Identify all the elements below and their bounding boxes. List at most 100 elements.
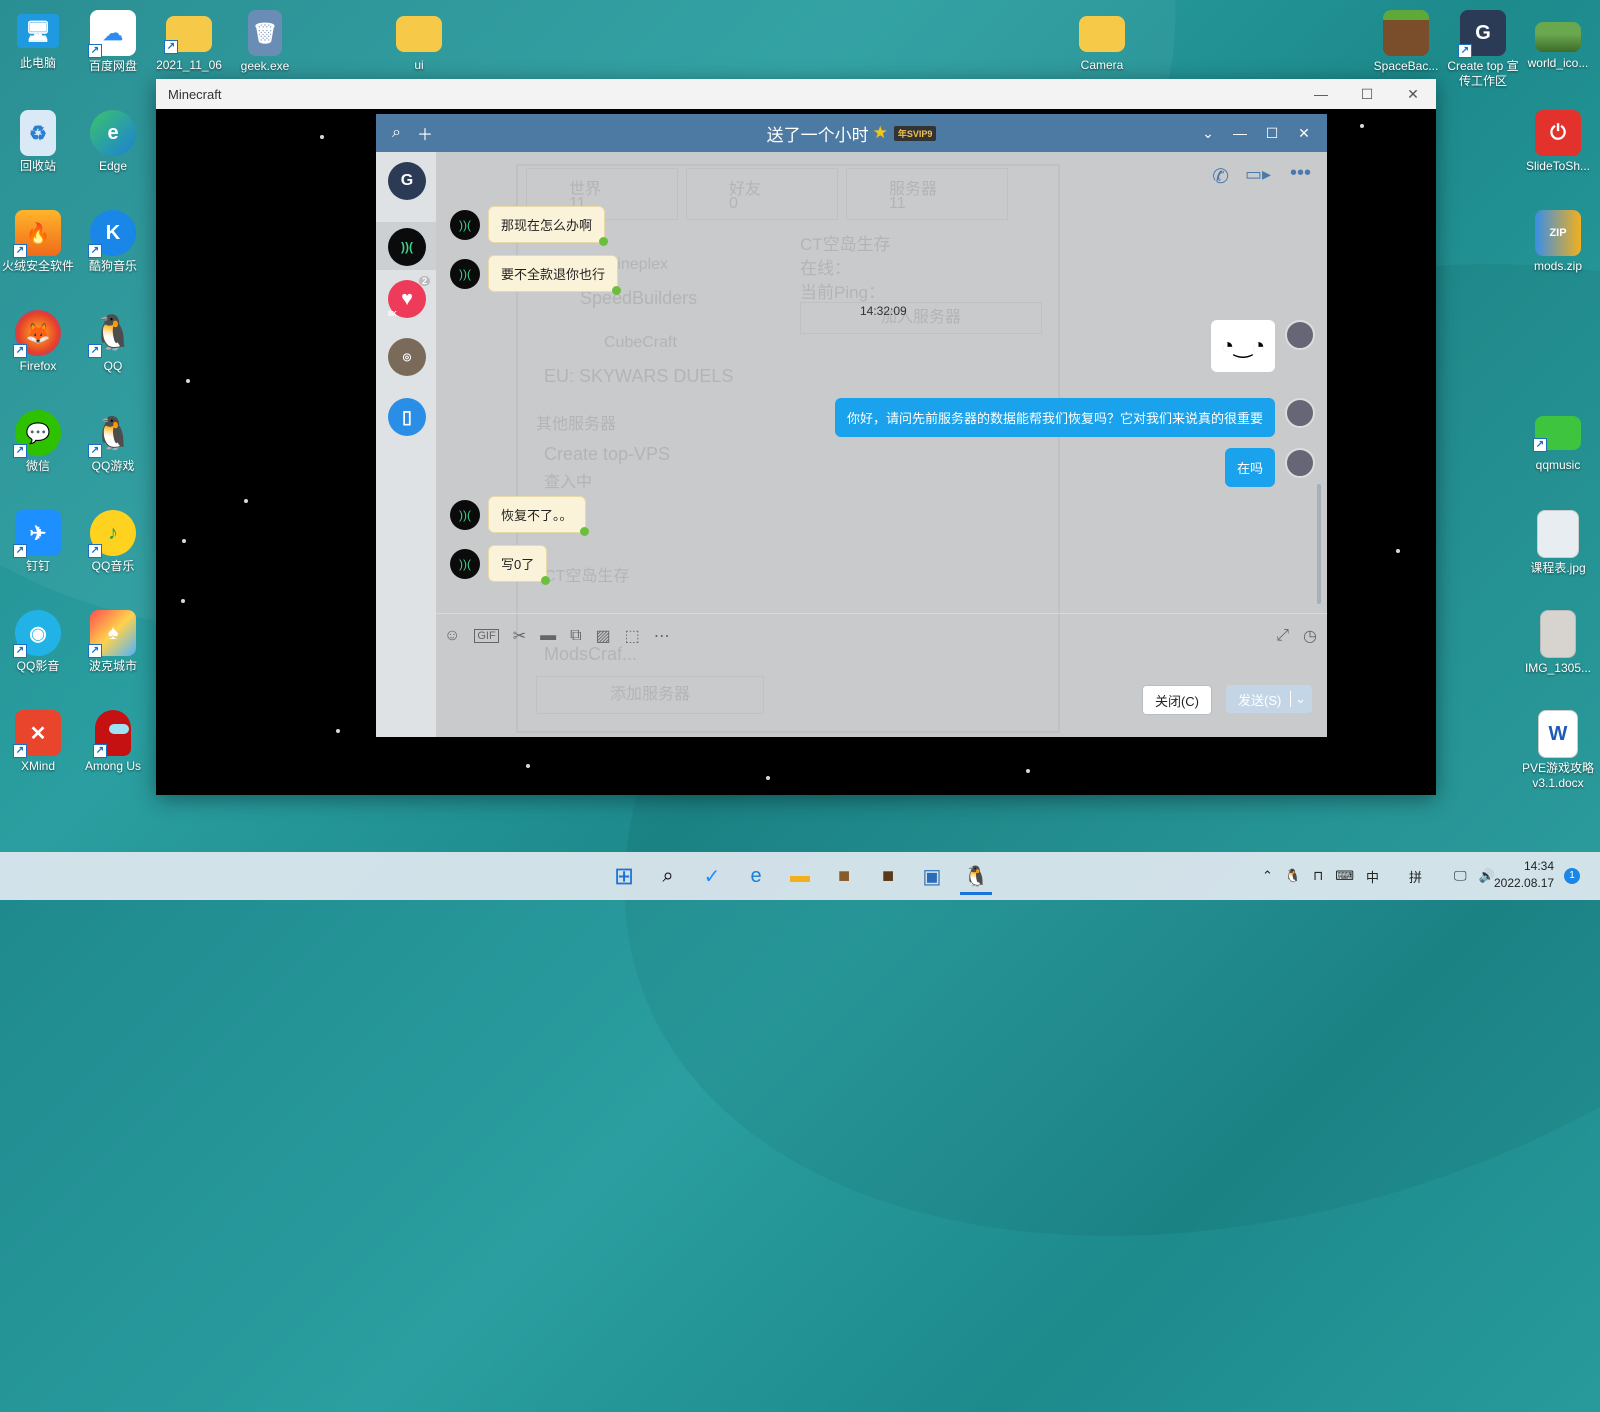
- contact-avatar-group[interactable]: ◎: [388, 338, 426, 376]
- tablet-icon[interactable]: ▯: [388, 398, 426, 436]
- message-bubble[interactable]: 你好，请问先前服务器的数据能帮我们恢复吗？它对我们来说真的很重要: [834, 398, 1275, 437]
- contact-avatar-current[interactable]: ))(: [388, 228, 426, 266]
- desktop-icon-folder-2021[interactable]: ↗ 2021_11_06: [152, 4, 226, 73]
- desktop-icon-camera[interactable]: Camera: [1065, 4, 1139, 73]
- start-icon[interactable]: ⊞: [608, 860, 640, 892]
- minimize-icon[interactable]: —: [1298, 79, 1344, 109]
- chevron-down-icon[interactable]: ⌄: [1195, 125, 1221, 142]
- music-note-icon: ♪ ↗: [88, 510, 136, 558]
- desktop-icon-recycle-bin[interactable]: ♻ 回收站: [1, 104, 75, 174]
- close-icon[interactable]: ✕: [1390, 79, 1436, 109]
- dingtalk-taskbar-icon[interactable]: ✓: [696, 860, 728, 892]
- desktop-icon-qq-music[interactable]: ♪ ↗ QQ音乐: [76, 504, 150, 574]
- contact-avatar-create-top[interactable]: G: [388, 162, 426, 200]
- desktop-icon-edge[interactable]: e Edge: [76, 104, 150, 174]
- chat-scrollbar[interactable]: [1317, 484, 1321, 604]
- desktop-icon-baidu-netdisk[interactable]: ☁ ↗ 百度网盘: [76, 4, 150, 74]
- desktop-icon-img1305[interactable]: IMG_1305...: [1521, 604, 1595, 676]
- expand-icon[interactable]: ⤢: [1276, 627, 1289, 645]
- desktop-icon-geek[interactable]: 🗑 geek.exe: [228, 4, 302, 74]
- image-icon[interactable]: ▨: [596, 626, 611, 646]
- clock[interactable]: 14:34 2022.08.17: [1494, 858, 1554, 892]
- recycle-bin-icon: ♻: [20, 110, 56, 156]
- gif-icon[interactable]: GIF: [474, 629, 499, 643]
- phone-icon[interactable]: ✆: [1212, 164, 1229, 189]
- desktop-icon-qq[interactable]: 🐧 ↗ QQ: [76, 304, 150, 374]
- message-outgoing: 你好，请问先前服务器的数据能帮我们恢复吗？它对我们来说真的很重要: [834, 398, 1315, 437]
- close-icon[interactable]: ✕: [1291, 125, 1317, 142]
- qq-chat-window[interactable]: ⌕ ＋ 送了一个小时 ★ 年SVIP9 ⌄ — ☐ ✕ 世界 11 好友 0 服…: [376, 114, 1327, 737]
- send-button[interactable]: 发送(S) ⌄: [1226, 685, 1312, 713]
- screen-record-icon[interactable]: ⬚: [625, 626, 640, 646]
- clock-date: 2022.08.17: [1494, 876, 1555, 890]
- avatar: [1285, 320, 1315, 350]
- desktop-icon-folder-ui[interactable]: ui: [382, 4, 456, 73]
- star-icon: ★: [872, 123, 888, 142]
- sticker-image[interactable]: ◔‿◔: [1211, 320, 1275, 372]
- desktop-icon-xmind[interactable]: ✕ ↗ XMind: [1, 704, 75, 774]
- more-tools-icon[interactable]: ⋯: [654, 626, 670, 646]
- add-icon[interactable]: ＋: [417, 121, 433, 145]
- remote-desktop-icon[interactable]: ▣: [916, 860, 948, 892]
- message-bubble[interactable]: 在吗: [1224, 448, 1275, 487]
- desktop-icon-qq-game[interactable]: 🐧 ↗ QQ游戏: [76, 404, 150, 474]
- notification-badge[interactable]: 1: [1564, 868, 1580, 884]
- keyboard-icon[interactable]: ⌨: [1335, 868, 1354, 884]
- desktop-icon-this-pc[interactable]: 🖥 此电脑: [1, 4, 75, 71]
- shortcut-icon[interactable]: ⧉: [570, 627, 581, 645]
- folder-icon[interactable]: ▬: [540, 627, 556, 645]
- create-top-logo-icon: G ↗: [1458, 10, 1506, 58]
- edge-taskbar-icon[interactable]: e: [740, 860, 772, 892]
- desktop-icon-qqmusic[interactable]: ↗ qqmusic: [1521, 404, 1595, 473]
- message-bubble[interactable]: 写0了: [488, 545, 551, 585]
- desktop-icon-qq-player[interactable]: ◉ ↗ QQ影音: [1, 604, 75, 674]
- history-icon[interactable]: ◷: [1303, 626, 1317, 646]
- desktop-icon-wechat[interactable]: 💬 ↗ 微信: [1, 404, 75, 474]
- more-icon[interactable]: •••: [1290, 162, 1311, 185]
- message-bubble[interactable]: 要不全款退你也行: [488, 255, 622, 295]
- image-file-icon: [1537, 510, 1579, 558]
- message-bubble[interactable]: 恢复不了。。: [488, 496, 589, 536]
- desktop-icon-schedule-jpg[interactable]: 课程表.jpg: [1521, 504, 1595, 576]
- message-bubble[interactable]: 那现在怎么办啊: [488, 206, 609, 246]
- folder-icon: ↗: [164, 16, 212, 54]
- tray-app-icon[interactable]: 🐧: [1285, 868, 1301, 884]
- emoji-icon[interactable]: ☺: [444, 627, 460, 645]
- minimize-icon[interactable]: —: [1227, 125, 1253, 141]
- video-call-icon[interactable]: ▭▸: [1245, 164, 1271, 185]
- file-explorer-icon[interactable]: ▬: [784, 860, 816, 892]
- desktop-icon-create-top[interactable]: G ↗ Create top 宣传工作区: [1446, 4, 1520, 89]
- heart-icon[interactable]: ♥ 2 8K: [388, 276, 430, 318]
- desktop-icon-among-us[interactable]: ↗ Among Us: [76, 704, 150, 774]
- ghost-server-item: Create top-VPS: [544, 444, 671, 464]
- desktop-icon-world-icon[interactable]: world_ico...: [1521, 4, 1595, 71]
- desktop-icon-boke[interactable]: ♠ ↗ 波克城市: [76, 604, 150, 674]
- minecraft-grass-icon[interactable]: ■: [872, 860, 904, 892]
- usb-icon[interactable]: ⊓: [1313, 868, 1323, 884]
- maximize-icon[interactable]: ☐: [1344, 79, 1390, 109]
- desktop-icon-slidetoshutdown[interactable]: ⏻ SlideToSh...: [1521, 104, 1595, 174]
- clock-time: 14:34: [1523, 859, 1554, 873]
- scissors-icon[interactable]: ✂: [513, 626, 526, 646]
- desktop-icon-kugou[interactable]: K ↗ 酷狗音乐: [76, 204, 150, 274]
- ime-pinyin[interactable]: 拼: [1409, 867, 1422, 886]
- desktop-icon-spaceback[interactable]: SpaceBac...: [1369, 4, 1443, 74]
- minecraft-chest-icon[interactable]: ■: [828, 860, 860, 892]
- search-icon[interactable]: ⌕: [652, 860, 684, 892]
- chevron-up-icon[interactable]: ⌃: [1262, 868, 1273, 884]
- desktop-icon-firefox[interactable]: 🦊 ↗ Firefox: [1, 304, 75, 374]
- ghost-server-item: CubeCraft: [604, 334, 677, 351]
- maximize-icon[interactable]: ☐: [1259, 125, 1285, 142]
- search-icon[interactable]: ⌕: [392, 124, 401, 142]
- desktop-icon-mods-zip[interactable]: ZIP mods.zip: [1521, 204, 1595, 274]
- desktop-icon-huorong[interactable]: 🔥 ↗ 火绒安全软件: [1, 204, 75, 274]
- chevron-down-icon[interactable]: ⌄: [1290, 691, 1306, 707]
- desktop-icon-pve-docx[interactable]: W PVE游戏攻略 v3.1.docx: [1521, 704, 1595, 791]
- network-icon[interactable]: 🖵: [1454, 868, 1467, 884]
- ime-chinese[interactable]: 中: [1366, 867, 1379, 886]
- volume-icon[interactable]: 🔊: [1479, 868, 1495, 884]
- qq-taskbar-icon[interactable]: 🐧: [960, 860, 992, 895]
- boke-icon: ♠ ↗: [88, 610, 136, 658]
- desktop-icon-dingtalk[interactable]: ✈ ↗ 钉钉: [1, 504, 75, 574]
- close-chat-button[interactable]: 关闭(C): [1142, 685, 1212, 715]
